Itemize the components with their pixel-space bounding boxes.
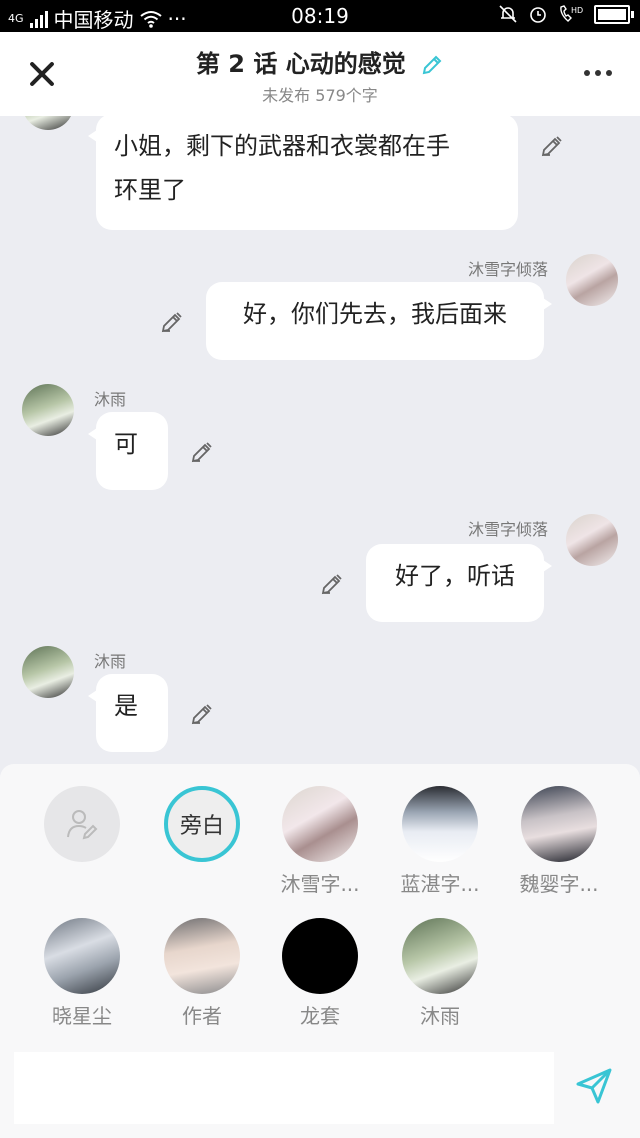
hd-call-icon: HD bbox=[560, 5, 583, 22]
character-name: 晓星尘 bbox=[52, 1004, 112, 1028]
character-name: 蓝湛字... bbox=[400, 872, 480, 896]
character-muyu[interactable]: 沐雨 bbox=[390, 918, 490, 1029]
message-input[interactable] bbox=[14, 1052, 554, 1124]
edit-message-icon[interactable] bbox=[320, 572, 344, 596]
character-narrator[interactable]: 旁白 bbox=[152, 786, 252, 862]
avatar-muyu[interactable] bbox=[22, 384, 74, 436]
sender-name: 沐雪字倾落 bbox=[467, 260, 548, 279]
character-muxue[interactable]: 沐雪字... bbox=[270, 786, 370, 897]
status-bar: 4G 中国移动 ··· 08:19 HD bbox=[0, 0, 640, 32]
message-bubble[interactable]: 好，你们先去，我后面来 bbox=[206, 282, 552, 360]
add-character-button[interactable] bbox=[32, 786, 132, 862]
message-text: 好，你们先去，我后面来 bbox=[243, 300, 507, 328]
edit-message-icon[interactable] bbox=[540, 134, 564, 158]
edit-message-icon[interactable] bbox=[190, 440, 214, 464]
avatar bbox=[282, 786, 358, 862]
chapter-status: 未发布 579个字 bbox=[262, 86, 378, 105]
avatar-muyu[interactable] bbox=[22, 646, 74, 698]
edit-message-icon[interactable] bbox=[190, 702, 214, 726]
edit-message-icon[interactable] bbox=[160, 310, 184, 334]
avatar-muxue[interactable] bbox=[566, 254, 618, 306]
character-weiying[interactable]: 魏婴字... bbox=[509, 786, 609, 897]
message-text: 是 bbox=[114, 692, 138, 720]
battery-icon bbox=[594, 4, 634, 24]
character-lanzhan[interactable]: 蓝湛字... bbox=[390, 786, 490, 897]
message-bubble[interactable]: 可 bbox=[88, 412, 168, 490]
app-header: 第 2 话 心动的感觉 未发布 579个字 bbox=[0, 32, 640, 116]
character-name: 作者 bbox=[182, 1004, 222, 1028]
avatar bbox=[282, 918, 358, 994]
message-text: 好了，听话 bbox=[395, 562, 515, 590]
avatar bbox=[44, 918, 120, 994]
chat-area[interactable]: 小姐，剩下的武器和衣裳都在手 环里了 沐雪字倾落 好，你们先去，我后面来 沐雨 … bbox=[0, 116, 640, 764]
character-name: 魏婴字... bbox=[519, 872, 599, 896]
character-name: 沐雪字... bbox=[280, 872, 360, 896]
alarm-icon bbox=[530, 7, 546, 23]
avatar-muxue[interactable] bbox=[566, 514, 618, 566]
more-menu-button[interactable] bbox=[584, 70, 612, 76]
avatar bbox=[164, 918, 240, 994]
character-name: 龙套 bbox=[300, 1004, 340, 1028]
avatar-muyu[interactable] bbox=[22, 116, 74, 130]
chapter-title[interactable]: 第 2 话 心动的感觉 bbox=[0, 44, 640, 79]
character-extra[interactable]: 龙套 bbox=[270, 918, 370, 1029]
message-bubble[interactable]: 小姐，剩下的武器和衣裳都在手 环里了 bbox=[88, 116, 518, 230]
avatar bbox=[521, 786, 597, 862]
message-text: 小姐，剩下的武器和衣裳都在手 bbox=[114, 132, 450, 160]
send-icon[interactable] bbox=[572, 1064, 616, 1108]
chapter-title-text: 第 2 话 心动的感觉 bbox=[195, 50, 406, 78]
avatar bbox=[402, 786, 478, 862]
character-author[interactable]: 作者 bbox=[152, 918, 252, 1029]
svg-text:HD: HD bbox=[571, 6, 583, 15]
character-panel: 旁白 沐雪字... 蓝湛字... 魏婴字... 晓星尘 作者 龙套 沐雨 bbox=[0, 764, 640, 1138]
avatar bbox=[402, 918, 478, 994]
message-bubble[interactable]: 是 bbox=[88, 674, 168, 752]
message-text: 环里了 bbox=[114, 176, 186, 204]
bell-muted-icon bbox=[499, 5, 517, 23]
character-xiaoxingchen[interactable]: 晓星尘 bbox=[32, 918, 132, 1029]
edit-title-icon[interactable] bbox=[420, 53, 444, 77]
sender-name: 沐雪字倾落 bbox=[467, 520, 548, 539]
message-bubble[interactable]: 好了，听话 bbox=[366, 544, 552, 622]
person-edit-icon bbox=[67, 810, 98, 840]
message-text: 可 bbox=[114, 430, 138, 458]
narrator-selected: 旁白 bbox=[164, 786, 240, 862]
sender-name: 沐雨 bbox=[94, 390, 127, 409]
character-name: 沐雨 bbox=[420, 1004, 460, 1028]
sender-name: 沐雨 bbox=[94, 652, 127, 671]
